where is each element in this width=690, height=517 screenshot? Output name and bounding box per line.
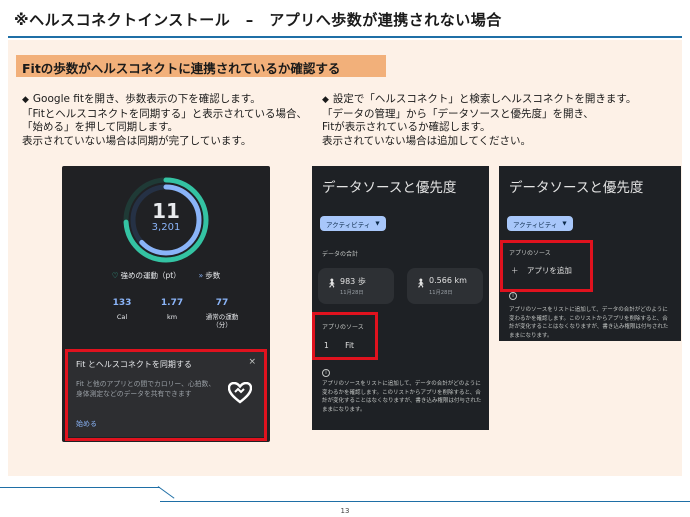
info-icon: i bbox=[322, 369, 330, 377]
footer-rule-diagonal bbox=[157, 486, 175, 499]
right-line-3: Fitが表示されているか確認します。 bbox=[322, 121, 491, 133]
category-dropdown[interactable]: アクティビティ ▼ bbox=[320, 216, 386, 231]
steps-value: 3,201 bbox=[151, 222, 181, 233]
stat-label: Cal bbox=[116, 313, 128, 321]
info-icon: i bbox=[509, 292, 517, 300]
heart-points-value: 11 bbox=[152, 199, 180, 223]
stat-label: 通常の運動（分） bbox=[205, 313, 239, 329]
total-steps-tile: 🚶︎ 983 歩 11月28日 bbox=[318, 268, 394, 304]
info-text: アプリのソースをリストに追加して、データの合計がどのように変わるかを確認します。… bbox=[509, 307, 669, 339]
screen-title: データソースと優先度 bbox=[322, 180, 457, 196]
tile-date: 11月28日 bbox=[429, 290, 453, 296]
highlight-add-app bbox=[500, 240, 593, 292]
page-number: 13 bbox=[340, 507, 350, 515]
highlight-sync-card bbox=[65, 349, 267, 441]
walk-icon: 🚶︎ bbox=[326, 279, 338, 289]
left-line-3: 「始める」を押して同期します。 bbox=[22, 121, 179, 133]
right-instructions: 設定で「ヘルスコネクト」と検索しヘルスコネクトを開きます。 「データの管理」から… bbox=[322, 93, 682, 148]
walk-icon: 🚶︎ bbox=[415, 279, 427, 289]
heart-icon: ♡ bbox=[111, 271, 119, 280]
total-distance-tile: 🚶︎ 0.566 km 11月28日 bbox=[407, 268, 483, 304]
stat-value: 77 bbox=[215, 298, 229, 308]
screen-title: データソースと優先度 bbox=[509, 180, 644, 196]
left-line-2: 「Fitとヘルスコネクトを同期する」と表示されている場合、 bbox=[22, 107, 307, 120]
legend-heart-label: 強めの運動（pt） bbox=[120, 271, 181, 280]
category-dropdown[interactable]: アクティビティ ▼ bbox=[507, 216, 573, 231]
right-line-4: 表示されていない場合は追加してください。 bbox=[322, 134, 532, 147]
right-line-1: 設定で「ヘルスコネクト」と検索しヘルスコネクトを開きます。 bbox=[322, 93, 682, 108]
legend-heart: ♡ 強めの運動（pt） bbox=[112, 270, 181, 281]
title-rule bbox=[8, 36, 682, 38]
shoe-icon: » bbox=[198, 271, 204, 280]
data-source-screen: データソースと優先度 アクティビティ ▼ データの合計 🚶︎ 983 歩 11月… bbox=[312, 166, 489, 430]
footer-rule-left bbox=[0, 487, 160, 488]
legend-steps: » 歩数 bbox=[199, 270, 221, 281]
stat-move-minutes: 77 通常の運動（分） bbox=[202, 298, 242, 329]
chevron-down-icon: ▼ bbox=[562, 220, 567, 227]
highlight-app-source bbox=[312, 312, 378, 360]
tile-value: 983 歩 bbox=[340, 277, 366, 286]
section-label: Fitの歩数がヘルスコネクトに連携されているか確認する bbox=[16, 55, 386, 77]
stat-label: km bbox=[166, 313, 178, 321]
category-dropdown-label: アクティビティ bbox=[326, 220, 371, 229]
google-fit-screen: 11 3,201 ♡ 強めの運動（pt） » 歩数 133 Cal 1.77 km … bbox=[62, 166, 270, 442]
stat-value: 133 bbox=[112, 298, 132, 308]
left-instructions: Google fitを開き、歩数表示の下を確認します。 「Fitとヘルスコネクト… bbox=[22, 93, 312, 148]
tile-date: 11月28日 bbox=[340, 290, 364, 296]
ring-legend: ♡ 強めの運動（pt） » 歩数 bbox=[62, 270, 270, 281]
data-source-screen-empty: データソースと優先度 アクティビティ ▼ アプリのソース ＋ アプリを追加 i … bbox=[499, 166, 681, 341]
footer-rule-right bbox=[160, 501, 690, 502]
stat-calories: 133 Cal bbox=[102, 298, 142, 329]
category-dropdown-label: アクティビティ bbox=[513, 220, 558, 229]
tile-value: 0.566 km bbox=[429, 276, 467, 285]
legend-steps-label: 歩数 bbox=[205, 271, 221, 280]
left-line-1: Google fitを開き、歩数表示の下を確認します。 bbox=[22, 93, 312, 108]
left-line-4: 表示されていない場合は同期が完了しています。 bbox=[22, 134, 252, 147]
stat-distance: 1.77 km bbox=[152, 298, 192, 329]
chevron-down-icon: ▼ bbox=[375, 220, 380, 227]
total-label: データの合計 bbox=[322, 251, 359, 258]
right-line-2: 「データの管理」から「データソースと優先度」を開き、 bbox=[322, 107, 594, 120]
info-text: アプリのソースをリストに追加して、データの合計がどのように変わるかを確認します。… bbox=[322, 381, 482, 413]
stats-row: 133 Cal 1.77 km 77 通常の運動（分） bbox=[102, 298, 242, 329]
stat-value: 1.77 bbox=[160, 298, 184, 308]
slide-title: ※ヘルスコネクトインストール – アプリへ歩数が連携されない場合 bbox=[14, 11, 502, 29]
